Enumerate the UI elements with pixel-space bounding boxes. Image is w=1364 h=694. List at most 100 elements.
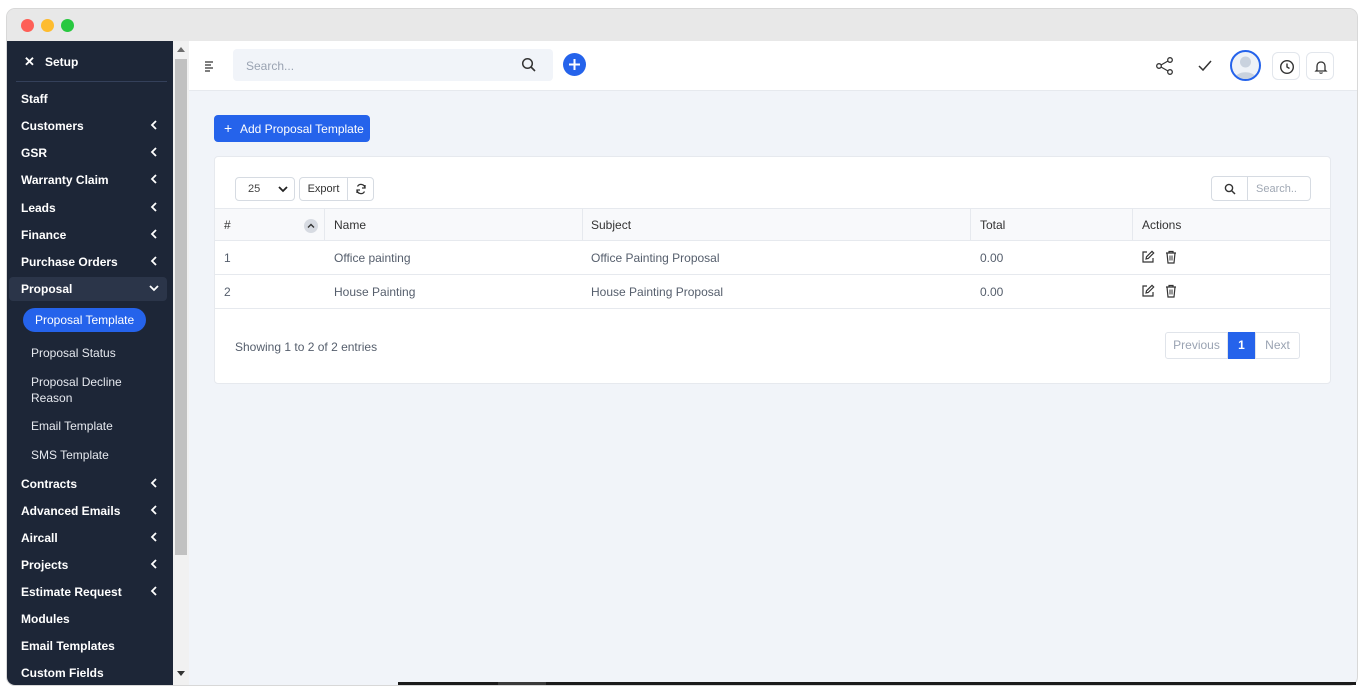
column-header-number[interactable]: # (224, 218, 231, 232)
edit-icon[interactable] (1141, 250, 1155, 264)
sidebar-item-label: Projects (21, 558, 69, 572)
sidebar-scrollbar-thumb[interactable] (175, 59, 187, 555)
sidebar-item-finance[interactable]: Finance (9, 223, 167, 247)
plus-icon (569, 59, 580, 70)
column-header-total[interactable]: Total (980, 218, 1005, 232)
export-button[interactable]: Export (300, 178, 348, 200)
sidebar-item-email-templates[interactable]: Email Templates (9, 634, 167, 658)
chevron-left-icon (150, 505, 157, 515)
quick-create-button[interactable] (563, 53, 586, 76)
share-icon[interactable] (1155, 56, 1175, 76)
cell-name[interactable]: House Painting (334, 285, 415, 299)
table-search-input[interactable]: Search.. (1211, 176, 1311, 201)
sidebar-item-modules[interactable]: Modules (9, 607, 167, 631)
refresh-button[interactable] (348, 178, 374, 200)
column-header-actions: Actions (1142, 218, 1182, 232)
sidebar-title: Setup (45, 55, 79, 69)
user-avatar-icon (1235, 56, 1256, 79)
sidebar-item-purchase-orders[interactable]: Purchase Orders (9, 250, 167, 274)
search-icon (1224, 183, 1236, 195)
menu-toggle-icon[interactable] (203, 59, 217, 73)
sidebar-subitem-proposal-status[interactable]: Proposal Status (31, 345, 116, 361)
sidebar-subitem-email-template[interactable]: Email Template (31, 418, 113, 434)
global-search-input[interactable]: Search... (233, 49, 553, 81)
sidebar-item-label: Aircall (21, 531, 58, 545)
sidebar-item-aircall[interactable]: Aircall (9, 526, 167, 550)
column-header-subject[interactable]: Subject (591, 218, 631, 232)
table-tools: Export (299, 177, 374, 201)
bell-icon (1314, 61, 1328, 74)
close-setup-icon[interactable]: ✕ (24, 54, 35, 70)
table-row: 2 House Painting House Painting Proposal… (215, 275, 1330, 309)
sidebar-item-staff[interactable]: Staff (9, 87, 167, 111)
sidebar-item-estimate-request[interactable]: Estimate Request (9, 580, 167, 604)
close-window-button[interactable] (21, 19, 34, 32)
sidebar-item-custom-fields[interactable]: Custom Fields (9, 661, 167, 685)
chevron-left-icon (150, 586, 157, 596)
chevron-down-icon (149, 285, 159, 292)
bottom-scrollbar[interactable] (398, 682, 1356, 685)
table-search-button[interactable] (1212, 177, 1248, 200)
chevron-left-icon (150, 256, 157, 266)
sidebar-subitem-proposal-template[interactable]: Proposal Template (23, 308, 147, 332)
search-placeholder: Search... (246, 59, 295, 73)
pagination-page-1[interactable]: 1 (1228, 332, 1255, 359)
chevron-left-icon (150, 120, 157, 130)
sidebar-item-label: Email Templates (21, 639, 115, 653)
chevron-down-icon (278, 186, 288, 193)
refresh-icon (356, 183, 366, 195)
chevron-left-icon (150, 559, 157, 569)
sidebar-item-label: Leads (21, 201, 56, 215)
sidebar-item-leads[interactable]: Leads (9, 196, 167, 220)
maximize-window-button[interactable] (61, 19, 74, 32)
setup-sidebar: ✕ Setup Staff Customers GSR Warranty Cla… (7, 41, 173, 685)
edit-icon[interactable] (1141, 284, 1155, 298)
table-info: Showing 1 to 2 of 2 entries (235, 340, 378, 354)
bottom-scrollbar-thumb[interactable] (498, 682, 546, 685)
page-size-value: 25 (248, 183, 261, 195)
column-header-name[interactable]: Name (334, 218, 366, 232)
avatar[interactable] (1230, 50, 1261, 81)
notifications-button[interactable] (1306, 52, 1334, 80)
column-separator (582, 209, 583, 240)
add-proposal-template-button[interactable]: + Add Proposal Template (214, 115, 370, 142)
pagination-previous[interactable]: Previous (1165, 332, 1228, 359)
sort-ascending-icon[interactable] (304, 219, 318, 233)
clock-icon (1279, 59, 1295, 75)
sidebar-item-label: Customers (21, 119, 84, 133)
sidebar-item-gsr[interactable]: GSR (9, 141, 167, 165)
chevron-left-icon (150, 202, 157, 212)
table-search-placeholder: Search.. (1256, 183, 1297, 195)
minimize-window-button[interactable] (41, 19, 54, 32)
sidebar-item-advanced-emails[interactable]: Advanced Emails (9, 499, 167, 523)
sidebar-subitem-proposal-decline-reason[interactable]: Proposal Decline Reason (31, 374, 131, 406)
cell-total: 0.00 (980, 285, 1004, 299)
trash-icon[interactable] (1164, 284, 1178, 298)
browser-window: ✕ Setup Staff Customers GSR Warranty Cla… (7, 9, 1357, 685)
sidebar-item-customers[interactable]: Customers (9, 114, 167, 138)
sidebar-item-projects[interactable]: Projects (9, 553, 167, 577)
top-navbar: Search... (189, 41, 1357, 91)
sidebar-item-proposal[interactable]: Proposal (9, 277, 167, 301)
plus-icon: + (224, 120, 233, 136)
check-icon[interactable] (1195, 56, 1215, 76)
scroll-down-arrow-icon[interactable] (177, 671, 185, 676)
pagination-next[interactable]: Next (1255, 332, 1300, 359)
trash-icon[interactable] (1164, 250, 1178, 264)
cell-name[interactable]: Office painting (334, 251, 411, 265)
chevron-left-icon (150, 532, 157, 542)
cell-subject: House Painting Proposal (591, 285, 724, 299)
cell-total: 0.00 (980, 251, 1004, 265)
sidebar-item-warranty-claim[interactable]: Warranty Claim (9, 168, 167, 192)
sidebar-subitem-sms-template[interactable]: SMS Template (31, 447, 109, 463)
sidebar-item-label: Warranty Claim (21, 173, 109, 187)
sidebar-item-label: Custom Fields (21, 666, 104, 680)
search-icon[interactable] (521, 57, 537, 73)
chevron-left-icon (150, 229, 157, 239)
cell-number: 2 (224, 285, 231, 299)
sidebar-divider (16, 81, 167, 82)
sidebar-item-contracts[interactable]: Contracts (9, 472, 167, 496)
scroll-up-arrow-icon[interactable] (177, 47, 185, 52)
timer-button[interactable] (1272, 52, 1300, 80)
page-size-select[interactable]: 25 (235, 177, 295, 201)
